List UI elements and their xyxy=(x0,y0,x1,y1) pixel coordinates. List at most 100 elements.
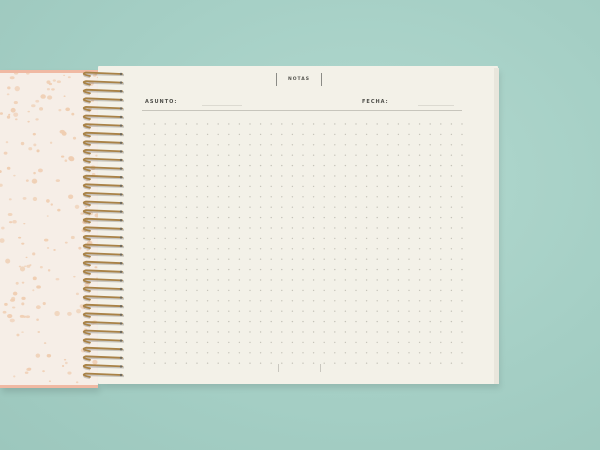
grid-dot xyxy=(344,144,347,146)
grid-dot xyxy=(397,133,400,136)
grid-dot xyxy=(143,362,145,364)
grid-dot xyxy=(249,268,251,271)
grid-dot xyxy=(429,300,431,302)
grid-dot xyxy=(440,300,442,302)
grid-dot xyxy=(323,289,325,292)
grid-dot xyxy=(270,164,272,167)
grid-dot xyxy=(164,133,166,136)
grid-dot xyxy=(206,320,209,323)
grid-dot xyxy=(270,352,272,354)
grid-dot xyxy=(440,144,442,146)
dot-grid xyxy=(143,123,463,364)
grid-dot xyxy=(175,216,177,219)
grid-dot xyxy=(408,268,410,271)
grid-dot xyxy=(175,352,177,354)
grid-dot xyxy=(249,331,251,333)
grid-dot xyxy=(270,300,272,302)
grid-dot xyxy=(143,268,145,271)
cover-dot xyxy=(35,353,41,358)
grid-dot xyxy=(143,289,145,292)
cover-dot xyxy=(9,76,15,80)
grid-dot xyxy=(397,154,400,156)
grid-dot xyxy=(164,341,166,344)
grid-dot xyxy=(418,216,421,219)
grid-dot xyxy=(334,258,336,260)
grid-dot xyxy=(355,320,357,323)
grid-dot xyxy=(355,352,357,354)
grid-dot xyxy=(461,248,463,250)
date-label: FECHA: xyxy=(362,99,389,105)
grid-dot xyxy=(291,341,294,344)
grid-dot xyxy=(408,144,410,146)
grid-dot xyxy=(334,279,336,281)
cover-dot xyxy=(25,179,29,182)
grid-dot xyxy=(143,196,145,198)
grid-dot xyxy=(461,175,463,177)
cover-dot xyxy=(33,171,36,175)
grid-dot xyxy=(450,362,453,364)
grid-dot xyxy=(249,300,251,302)
grid-dot xyxy=(429,279,431,281)
grid-dot xyxy=(228,352,230,354)
grid-dot xyxy=(376,164,378,167)
grid-dot xyxy=(450,206,453,208)
spiral-hole xyxy=(119,115,123,119)
cover-dot xyxy=(5,141,9,144)
grid-dot xyxy=(302,164,304,167)
grid-dot xyxy=(387,352,389,354)
grid-dot xyxy=(238,300,241,302)
grid-dot xyxy=(397,289,400,292)
cover-dot xyxy=(54,310,60,317)
grid-dot xyxy=(334,300,336,302)
grid-dot xyxy=(355,279,357,281)
grid-dot xyxy=(238,279,241,281)
grid-dot xyxy=(418,300,421,302)
grid-dot xyxy=(365,185,368,188)
grid-dot xyxy=(281,258,283,260)
grid-dot xyxy=(153,185,156,188)
grid-dot xyxy=(302,341,304,344)
grid-dot xyxy=(291,352,294,354)
grid-dot xyxy=(143,258,145,260)
cover-dot xyxy=(21,302,25,306)
grid-dot xyxy=(408,362,410,364)
grid-dot xyxy=(153,268,156,271)
grid-dot xyxy=(365,331,368,333)
grid-dot xyxy=(323,175,325,177)
grid-dot xyxy=(143,175,145,177)
cover-dot xyxy=(61,365,65,367)
grid-dot xyxy=(238,237,241,240)
grid-dot xyxy=(323,133,325,136)
grid-dot xyxy=(238,258,241,260)
grid-dot xyxy=(450,175,453,177)
grid-dot xyxy=(450,268,453,271)
grid-dot xyxy=(270,237,272,240)
grid-dot xyxy=(196,206,198,208)
grid-dot xyxy=(450,196,453,198)
grid-dot xyxy=(249,341,251,344)
grid-dot xyxy=(429,248,431,250)
grid-dot xyxy=(228,227,230,229)
grid-dot xyxy=(281,237,283,240)
grid-dot xyxy=(387,248,389,250)
grid-dot xyxy=(355,310,357,312)
grid-dot xyxy=(281,185,283,188)
grid-dot xyxy=(397,320,400,323)
grid-dot xyxy=(228,268,230,271)
cover-dot xyxy=(1,226,5,230)
cover-dot xyxy=(36,318,39,321)
grid-dot xyxy=(355,196,357,198)
grid-dot xyxy=(408,320,410,323)
grid-dot xyxy=(164,185,166,188)
grid-dot xyxy=(344,331,347,333)
cover-dot xyxy=(70,235,75,240)
grid-dot xyxy=(238,362,241,364)
grid-dot xyxy=(291,310,294,312)
grid-dot xyxy=(450,164,453,167)
grid-dot xyxy=(259,279,262,281)
grid-dot xyxy=(450,227,453,229)
grid-dot xyxy=(228,185,230,188)
grid-dot xyxy=(291,164,294,167)
grid-dot xyxy=(429,206,431,208)
grid-dot xyxy=(461,352,463,354)
